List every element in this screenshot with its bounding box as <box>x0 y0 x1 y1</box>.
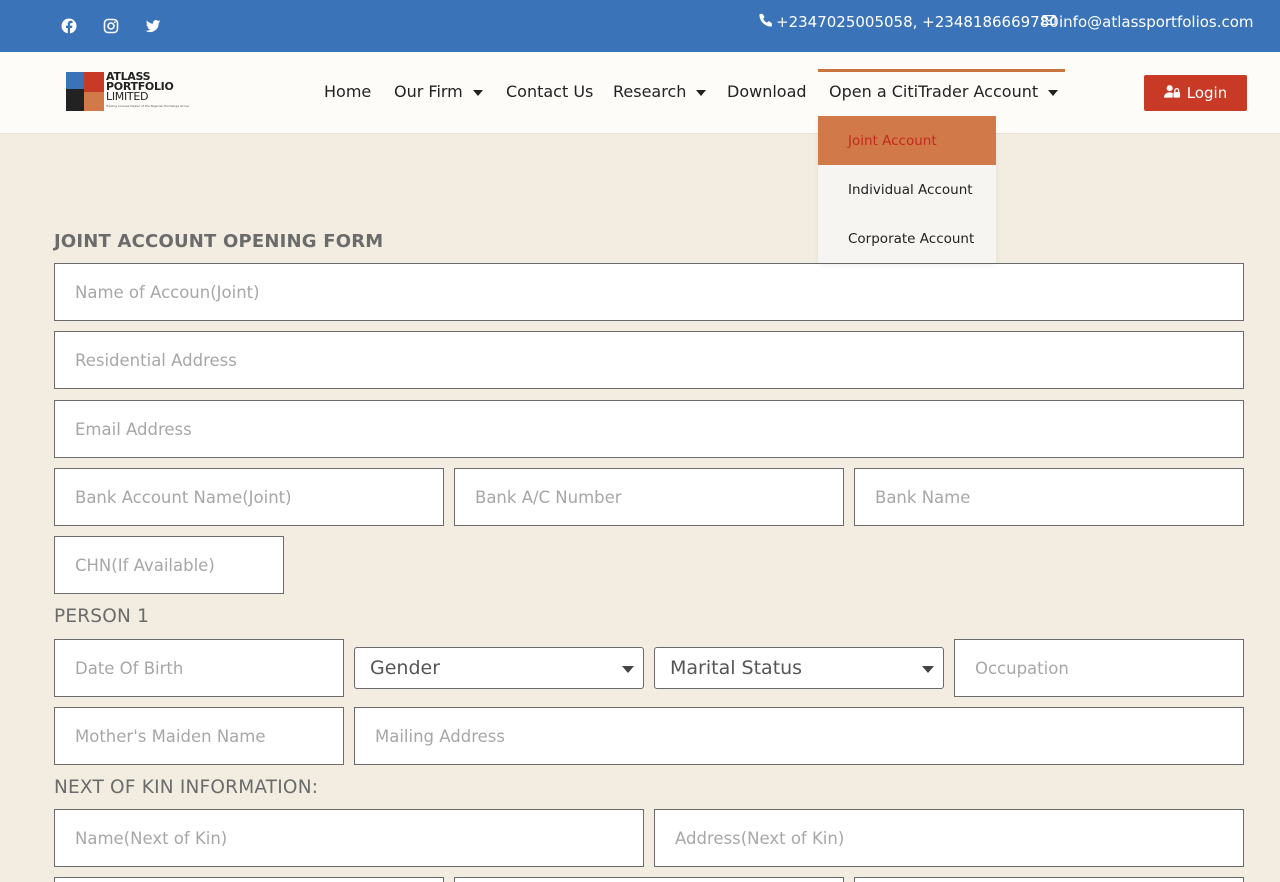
next-of-kin-label: NEXT OF KIN INFORMATION: <box>54 777 319 798</box>
next-row-field-2[interactable] <box>454 877 844 882</box>
marital-status-select[interactable]: Marital Status <box>654 647 944 689</box>
bank-name-field[interactable] <box>854 468 1244 526</box>
caret-down-icon <box>922 666 934 673</box>
logo-block-black <box>66 89 84 111</box>
marital-status-select-value: Marital Status <box>670 657 803 679</box>
nav-our-firm-label: Our Firm <box>394 82 463 101</box>
date-of-birth-field[interactable] <box>54 639 344 697</box>
chn-field[interactable] <box>54 536 284 594</box>
residential-address-field[interactable] <box>54 331 1244 389</box>
twitter-icon[interactable] <box>142 15 164 37</box>
logo-line-3: LIMITED <box>106 90 149 103</box>
top-bar: +2347025005058, +2348186669780 info@atla… <box>0 0 1280 52</box>
form-title: JOINT ACCOUNT OPENING FORM <box>54 231 384 252</box>
nav-active-indicator <box>818 69 1065 72</box>
logo-block-orange <box>84 92 104 111</box>
user-lock-icon <box>1163 84 1181 102</box>
gender-select[interactable]: Gender <box>354 647 644 689</box>
logo-block-blue <box>66 72 84 89</box>
account-name-field[interactable] <box>54 263 1244 321</box>
logo-block-red <box>84 72 104 92</box>
nav-our-firm[interactable]: Our Firm <box>394 82 483 101</box>
instagram-icon[interactable] <box>100 15 122 37</box>
next-of-kin-address-field[interactable] <box>654 809 1244 867</box>
chevron-down-icon <box>472 89 483 96</box>
phone-icon <box>759 13 773 31</box>
nav-home-label: Home <box>324 82 372 101</box>
chevron-down-icon <box>696 89 707 96</box>
logo-tagline: Trading License Dealer of the Nigerian E… <box>106 104 190 108</box>
bank-account-number-field[interactable] <box>454 468 844 526</box>
email-contact[interactable]: info@atlassportfolios.com <box>1042 13 1254 31</box>
nav-download[interactable]: Download <box>727 82 807 101</box>
nav-open-account-label: Open a CitiTrader Account <box>829 82 1039 101</box>
caret-down-icon <box>622 666 634 673</box>
gender-select-value: Gender <box>370 657 441 679</box>
login-label: Login <box>1186 84 1228 102</box>
company-logo[interactable]: ATLASS PORTFOLIO LIMITED Trading License… <box>66 71 196 112</box>
chevron-down-icon <box>1048 89 1059 96</box>
nav-research[interactable]: Research <box>613 82 707 101</box>
site-header: ATLASS PORTFOLIO LIMITED Trading License… <box>0 52 1280 134</box>
nav-contact-us[interactable]: Contact Us <box>506 82 593 101</box>
nav-home[interactable]: Home <box>324 82 371 101</box>
bank-account-name-field[interactable] <box>54 468 444 526</box>
email-address: info@atlassportfolios.com <box>1059 13 1254 31</box>
next-row-field-1[interactable] <box>54 877 444 882</box>
logo-wordmark: ATLASS PORTFOLIO LIMITED <box>106 71 174 103</box>
nav-open-account[interactable]: Open a CitiTrader Account <box>829 82 1059 101</box>
facebook-icon[interactable] <box>58 15 80 37</box>
nav-research-label: Research <box>613 82 687 101</box>
envelope-icon <box>1042 13 1056 31</box>
mothers-maiden-name-field[interactable] <box>54 707 344 765</box>
nav-contact-us-label: Contact Us <box>506 82 594 101</box>
mailing-address-field[interactable] <box>354 707 1244 765</box>
next-row-field-3[interactable] <box>854 877 1244 882</box>
person-1-label: PERSON 1 <box>54 606 150 627</box>
login-button[interactable]: Login <box>1144 75 1247 111</box>
phone-contact[interactable]: +2347025005058, +2348186669780 <box>759 13 1059 31</box>
open-account-dropdown: Joint Account Individual Account Corpora… <box>818 116 996 263</box>
phone-numbers: +2347025005058, +2348186669780 <box>776 13 1059 31</box>
occupation-field[interactable] <box>954 639 1244 697</box>
dropdown-item-corporate-account[interactable]: Corporate Account <box>818 214 996 263</box>
email-field[interactable] <box>54 400 1244 458</box>
nav-download-label: Download <box>727 82 807 101</box>
dropdown-item-joint-account[interactable]: Joint Account <box>818 116 996 165</box>
dropdown-item-individual-account[interactable]: Individual Account <box>818 165 996 214</box>
next-of-kin-name-field[interactable] <box>54 809 644 867</box>
